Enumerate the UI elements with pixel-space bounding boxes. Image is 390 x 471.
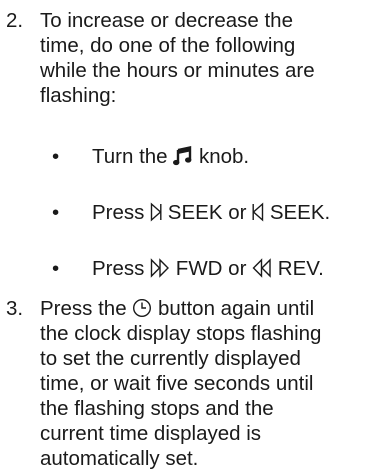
step-line: to set the currently displayed: [40, 347, 301, 370]
step-line: Press the button again until: [40, 296, 385, 321]
bullet-text-part: SEEK.: [264, 201, 331, 224]
step-line: time, do one of the following: [40, 34, 296, 57]
step-line: automatically set.: [40, 447, 199, 470]
step-text: Press the button again until the clock d…: [40, 296, 385, 471]
step-text: To increase or decrease the time, do one…: [40, 8, 385, 108]
step-line: flashing:: [40, 84, 117, 107]
bullet-item: • Press FWD or REV.: [0, 256, 390, 281]
bullet-item: • Turn the knob.: [0, 144, 390, 169]
bullet-text: Press SEEK or SEEK.: [92, 200, 330, 225]
step-line: time, or wait five seconds until: [40, 372, 314, 395]
step-text-part: button again until: [152, 297, 315, 320]
step-line: the clock display stops flashing: [40, 322, 322, 345]
bullet-marker: •: [52, 201, 60, 224]
step-number: 3.: [6, 297, 24, 320]
step-line: current time displayed is: [40, 422, 262, 445]
bullet-text-part: Press: [92, 201, 151, 224]
bullet-text-part: SEEK or: [162, 201, 253, 224]
bullet-text-part: REV.: [272, 257, 324, 280]
bullet-text-part: Turn the: [92, 145, 174, 168]
step-text-part: Press the: [40, 297, 133, 320]
bullet-marker: •: [52, 145, 60, 168]
clock-icon: [132, 298, 152, 318]
fast-forward-icon: [150, 258, 170, 278]
bullet-text-part: FWD or: [170, 257, 253, 280]
seek-forward-icon: [150, 202, 162, 222]
bullet-marker: •: [52, 257, 60, 280]
bullet-item: • Press SEEK or SEEK.: [0, 200, 390, 225]
bullet-text: Press FWD or REV.: [92, 256, 324, 281]
step-line: the flashing stops and the: [40, 397, 274, 420]
bullet-text-part: knob.: [193, 145, 250, 168]
music-note-icon: [173, 146, 193, 166]
seek-back-icon: [252, 202, 264, 222]
rewind-icon: [252, 258, 272, 278]
step-line: To increase or decrease the: [40, 9, 293, 32]
step-line: while the hours or minutes are: [40, 59, 315, 82]
bullet-text: Turn the knob.: [92, 144, 249, 169]
bullet-text-part: Press: [92, 257, 151, 280]
step-number: 2.: [6, 9, 24, 32]
